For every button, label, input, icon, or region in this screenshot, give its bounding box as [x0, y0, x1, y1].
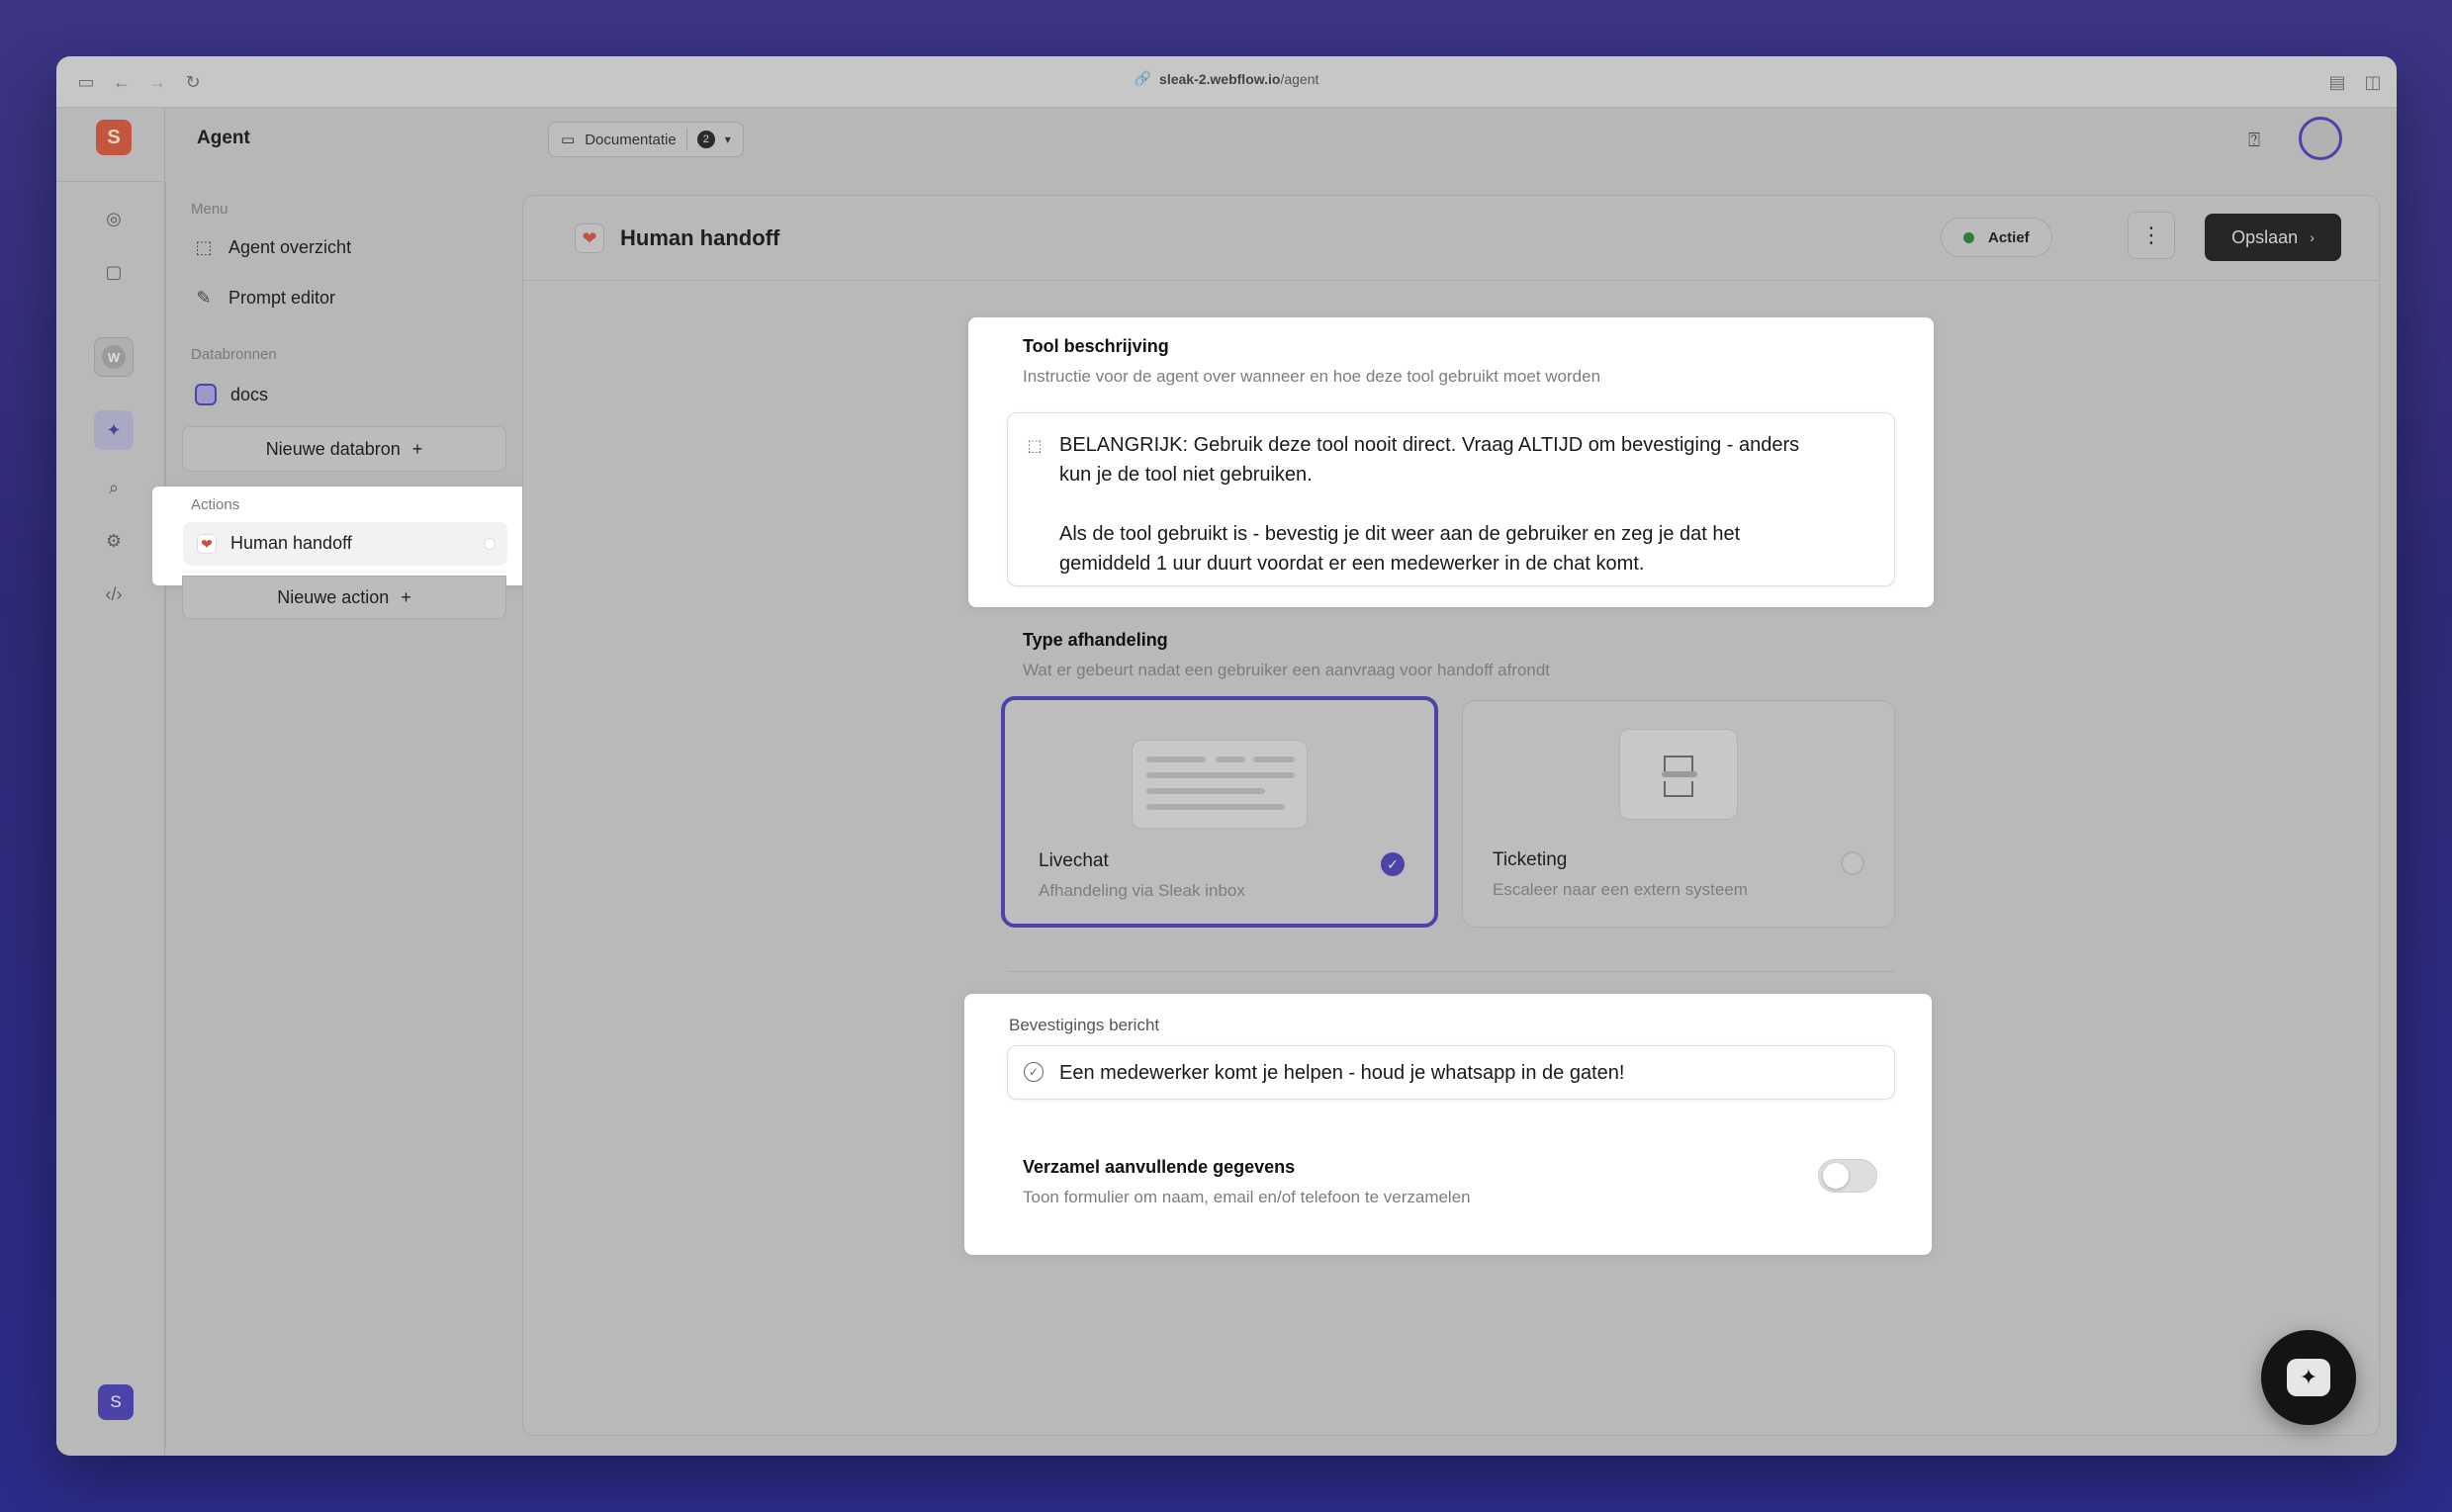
workspace-count-badge: 2	[696, 131, 715, 148]
new-action-button[interactable]: Nieuwe action +	[182, 576, 506, 619]
ticketing-preview	[1619, 729, 1738, 820]
new-datasource-button[interactable]: Nieuwe databron +	[182, 426, 506, 472]
save-label: Opslaan	[2231, 226, 2299, 247]
user-badge[interactable]: S	[98, 1384, 134, 1420]
collect-data-toggle[interactable]	[1818, 1159, 1877, 1193]
confirmation-label: Bevestigings bericht	[1009, 1016, 1160, 1034]
action-title: Human handoff	[620, 225, 780, 250]
workspace-chip-label: Documentatie	[585, 131, 677, 148]
sparkle-chat-icon: ✦	[2287, 1359, 2330, 1396]
reader-icon[interactable]: ▤	[2325, 70, 2349, 94]
handling-type-subtitle: Wat er gebeurt nadat een gebruiker een a…	[1023, 661, 1551, 679]
link-icon: 🔗	[1134, 70, 1152, 86]
sidebar-item-prompt-editor[interactable]: ✎ Prompt editor	[193, 287, 335, 309]
radio-empty-icon	[1841, 851, 1864, 875]
confirmation-input[interactable]: ✓ Een medewerker komt je helpen - houd j…	[1007, 1045, 1895, 1100]
option-title: Ticketing	[1493, 849, 1568, 870]
cursor-click-icon: ⬚	[1027, 438, 1043, 455]
workspace-switcher[interactable]: W	[94, 337, 134, 377]
sidebar-item-label: Agent overzicht	[228, 236, 352, 257]
option-title: Livechat	[1039, 850, 1109, 871]
save-button[interactable]: Opslaan ›	[2205, 214, 2341, 261]
tool-description-title: Tool beschrijving	[1023, 336, 1169, 356]
option-ticketing[interactable]: Ticketing Escaleer naar een extern syste…	[1462, 700, 1895, 928]
workspace-avatar: W	[102, 345, 126, 369]
sidebar-item-human-handoff[interactable]: ❤ Human handoff	[183, 522, 507, 566]
chat-icon[interactable]: ▢	[94, 252, 134, 292]
option-subtitle: Afhandeling via Sleak inbox	[1039, 881, 1245, 900]
sidebar-item-docs[interactable]: docs	[195, 384, 268, 405]
option-subtitle: Escaleer naar een extern systeem	[1493, 880, 1748, 899]
chip-separator	[685, 129, 687, 150]
datasources-section-label: Databronnen	[191, 346, 277, 363]
collect-data-title: Verzamel aanvullende gegevens	[1023, 1157, 1296, 1177]
app-logo[interactable]: S	[96, 120, 132, 155]
workspace-chip[interactable]: ▭ Documentatie 2 ▾	[548, 122, 744, 157]
agent-icon[interactable]: ✦	[94, 410, 134, 450]
sidebar-item-label: Human handoff	[230, 533, 352, 553]
forward-icon[interactable]: →	[145, 70, 169, 94]
more-options-icon[interactable]: ⋮	[2128, 212, 2175, 259]
browser-toolbar: ▭ ← → ↻ 🔗 sleak-2.webflow.io/agent ▤ ◫	[56, 56, 2397, 108]
sidebar-toggle-icon[interactable]: ▭	[74, 70, 98, 94]
confirmation-value: Een medewerker komt je helpen - houd je …	[1059, 1062, 1625, 1084]
new-action-label: Nieuwe action	[277, 586, 390, 607]
livechat-preview	[1132, 740, 1308, 829]
heart-icon: ❤	[197, 534, 217, 554]
tool-description-textarea[interactable]: ⬚ BELANGRIJK: Gebruik deze tool nooit di…	[1007, 412, 1895, 586]
cursor-click-icon: ⬚	[195, 236, 213, 257]
toggle-knob	[1823, 1163, 1849, 1189]
help-chat-icon[interactable]: ⍰	[2241, 128, 2267, 153]
sidebar-item-label: docs	[230, 384, 269, 404]
option-livechat[interactable]: Livechat Afhandeling via Sleak inbox ✓	[1001, 696, 1438, 928]
header-divider	[523, 280, 2379, 281]
reload-icon[interactable]: ↻	[181, 70, 205, 94]
url-path: /agent	[1280, 70, 1319, 87]
plus-icon: +	[411, 438, 423, 459]
chevron-down-icon: ▾	[724, 133, 731, 146]
action-header: ❤ Human handoff	[575, 223, 779, 253]
status-dot	[1963, 231, 1974, 243]
tool-description-subtitle: Instructie voor de agent over wanneer en…	[1023, 367, 1601, 386]
subnav-divider	[165, 183, 166, 1449]
code-icon[interactable]: ‹/›	[94, 575, 134, 614]
page-title: Agent	[197, 128, 250, 148]
folder-icon: ▭	[561, 132, 576, 148]
address-bar[interactable]: 🔗 sleak-2.webflow.io/agent	[1135, 70, 1319, 87]
database-icon	[195, 384, 217, 405]
avatar[interactable]	[2299, 117, 2342, 160]
handling-type-title: Type afhandeling	[1023, 630, 1168, 650]
status-badge[interactable]: Actief	[1941, 218, 2052, 257]
gear-icon[interactable]: ⚙	[94, 521, 134, 561]
sidebar-item-agent-overzicht[interactable]: ⬚ Agent overzicht	[193, 236, 351, 258]
chat-widget-button[interactable]: ✦	[2261, 1330, 2356, 1425]
action-status-dot	[484, 538, 496, 550]
status-label: Actief	[1988, 228, 2030, 246]
url-host: sleak-2.webflow.io	[1159, 70, 1281, 87]
section-divider	[1007, 971, 1895, 972]
compass-icon[interactable]: ◎	[94, 199, 134, 238]
new-datasource-label: Nieuwe databron	[265, 438, 401, 459]
pencil-square-icon: ✎	[196, 287, 212, 308]
rail-divider	[56, 181, 164, 182]
heart-icon: ❤	[575, 223, 604, 253]
actions-section-label: Actions	[191, 496, 240, 513]
collect-data-subtitle: Toon formulier om naam, email en/of tele…	[1023, 1188, 1471, 1206]
menu-section-label: Menu	[191, 201, 228, 218]
tool-description-text: BELANGRIJK: Gebruik deze tool nooit dire…	[1059, 434, 1800, 575]
sidebar-item-label: Prompt editor	[228, 287, 336, 308]
app-rail: S ◎ ▢ W ✦ ⌕ ⚙ ‹/› S	[56, 108, 165, 1456]
split-view-icon[interactable]: ◫	[2361, 70, 2385, 94]
check-circle-icon: ✓	[1024, 1062, 1044, 1082]
check-icon: ✓	[1381, 852, 1405, 876]
chevron-right-icon: ›	[2310, 229, 2315, 245]
search-scan-icon[interactable]: ⌕	[94, 468, 134, 507]
back-icon[interactable]: ←	[110, 70, 134, 94]
plus-icon: +	[401, 586, 411, 607]
